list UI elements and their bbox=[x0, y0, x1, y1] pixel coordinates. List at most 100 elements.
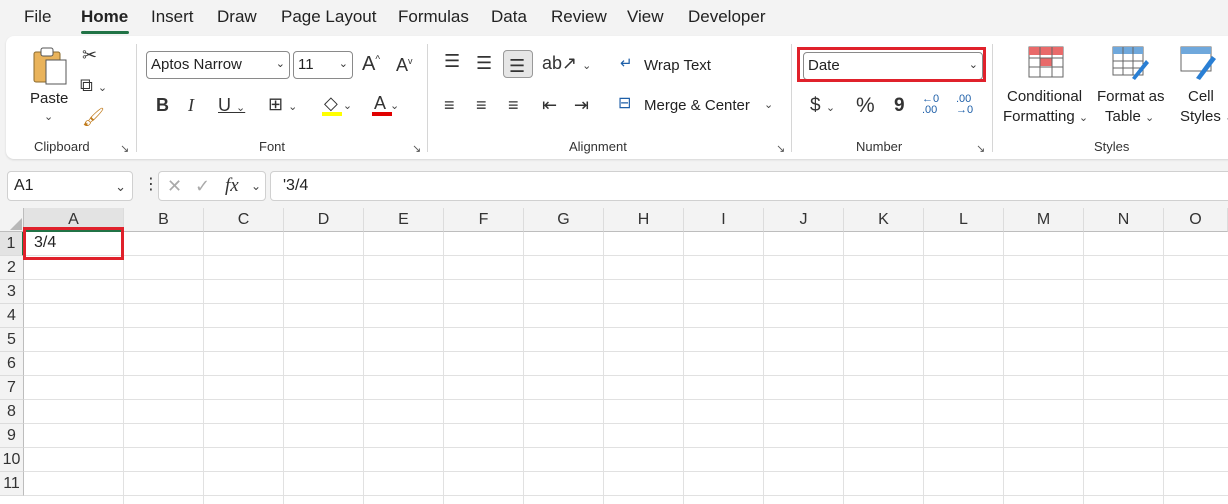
tab-page-layout[interactable]: Page Layout bbox=[281, 7, 376, 27]
wrap-text-button[interactable]: ↵ Wrap Text bbox=[620, 54, 730, 78]
row-header-5[interactable]: 5 bbox=[0, 328, 24, 352]
font-name-value: Aptos Narrow bbox=[151, 56, 242, 73]
tab-view[interactable]: View bbox=[627, 7, 664, 27]
format-painter-icon[interactable]: 🖌 bbox=[82, 108, 105, 126]
cell-styles-button[interactable]: Cell Styles ⌄ bbox=[1172, 46, 1228, 130]
align-left-icon[interactable]: ≡ bbox=[444, 96, 455, 114]
spreadsheet-grid: ABCDEFGHIJKLMNO 1 2 3 4 5 6 7 8 9 10 11 3/4 bbox=[0, 208, 1228, 504]
select-all-corner[interactable] bbox=[0, 208, 24, 232]
alignment-launcher-icon[interactable]: ↘ bbox=[776, 142, 785, 155]
align-top-icon[interactable]: ☰ bbox=[444, 52, 460, 70]
alignment-group-label: Alignment bbox=[569, 139, 627, 154]
tab-home[interactable]: Home bbox=[81, 7, 128, 27]
tab-developer[interactable]: Developer bbox=[688, 7, 766, 27]
fill-color-icon[interactable]: ◇ ⌄ bbox=[324, 94, 352, 112]
row-header-4[interactable]: 4 bbox=[0, 304, 24, 328]
row-header-2[interactable]: 2 bbox=[0, 256, 24, 280]
tab-draw[interactable]: Draw bbox=[217, 7, 257, 27]
merge-center-icon: ⊟ bbox=[618, 95, 632, 112]
row-header-7[interactable]: 7 bbox=[0, 376, 24, 400]
copy-icon[interactable]: ⧉ ⌄ bbox=[80, 76, 107, 94]
borders-icon[interactable]: ⊞ ⌄ bbox=[268, 95, 297, 113]
font-size-combo[interactable]: 11 ⌄ bbox=[293, 51, 353, 79]
name-box-value: A1 bbox=[14, 177, 34, 194]
enter-icon[interactable]: ✓ bbox=[195, 177, 210, 195]
orientation-icon[interactable]: ab↗ ⌄ bbox=[542, 54, 591, 72]
align-middle-icon[interactable]: ☰ bbox=[476, 54, 492, 72]
gridline bbox=[24, 255, 1228, 256]
column-header-o[interactable]: O bbox=[1164, 208, 1228, 232]
column-header-j[interactable]: J bbox=[764, 208, 844, 232]
decrease-decimal-icon[interactable]: .00 →0 bbox=[956, 94, 973, 116]
number-group-label: Number bbox=[856, 139, 903, 154]
column-header-b[interactable]: B bbox=[124, 208, 204, 232]
font-launcher-icon[interactable]: ↘ bbox=[412, 142, 421, 155]
tab-file[interactable]: File bbox=[24, 7, 51, 27]
row-header-8[interactable]: 8 bbox=[0, 400, 24, 424]
gridline bbox=[523, 232, 524, 504]
merge-center-button[interactable]: ⊟ Merge & Center ⌄ bbox=[618, 94, 778, 118]
cell-styles-icon bbox=[1180, 46, 1216, 80]
merge-center-label: Merge & Center bbox=[644, 97, 750, 114]
column-header-f[interactable]: F bbox=[444, 208, 524, 232]
gridline bbox=[24, 303, 1228, 304]
tab-insert[interactable]: Insert bbox=[151, 7, 194, 27]
increase-font-icon[interactable]: A^ bbox=[362, 54, 380, 74]
percent-icon[interactable]: % bbox=[856, 95, 875, 116]
gridline bbox=[363, 232, 364, 504]
comma-style-icon[interactable]: 9 bbox=[894, 96, 905, 115]
column-header-l[interactable]: L bbox=[924, 208, 1004, 232]
number-launcher-icon[interactable]: ↘ bbox=[976, 142, 985, 155]
column-header-d[interactable]: D bbox=[284, 208, 364, 232]
row-header-10[interactable]: 10 bbox=[0, 448, 24, 472]
row-header-6[interactable]: 6 bbox=[0, 352, 24, 376]
column-header-k[interactable]: K bbox=[844, 208, 924, 232]
italic-icon[interactable]: I bbox=[188, 96, 194, 114]
column-header-i[interactable]: I bbox=[684, 208, 764, 232]
name-box[interactable]: A1 ⌄ bbox=[7, 171, 133, 201]
column-header-m[interactable]: M bbox=[1004, 208, 1084, 232]
format-table-label-1: Format as bbox=[1097, 88, 1165, 105]
align-bottom-button[interactable]: ☰ bbox=[503, 50, 533, 78]
more-options-icon[interactable]: ⋮ bbox=[143, 177, 159, 193]
chevron-down-icon: ⌄ bbox=[251, 179, 262, 193]
wrap-text-label: Wrap Text bbox=[644, 57, 711, 74]
cut-icon[interactable]: ✂ bbox=[82, 46, 97, 64]
column-header-e[interactable]: E bbox=[364, 208, 444, 232]
increase-decimal-icon[interactable]: ←0.00 bbox=[922, 94, 939, 116]
formula-bar: A1 ⌄ ⋮ ✕ ✓ fx ⌄ '3/4 bbox=[0, 168, 1228, 204]
tab-data[interactable]: Data bbox=[491, 7, 527, 27]
gridline bbox=[763, 232, 764, 504]
column-header-c[interactable]: C bbox=[204, 208, 284, 232]
conditional-formatting-button[interactable]: Conditional Formatting ⌄ bbox=[1002, 46, 1090, 130]
column-header-n[interactable]: N bbox=[1084, 208, 1164, 232]
align-right-icon[interactable]: ≡ bbox=[508, 96, 519, 114]
insert-function-icon[interactable]: fx bbox=[225, 176, 239, 195]
row-header-1[interactable]: 1 bbox=[0, 232, 24, 256]
tab-formulas[interactable]: Formulas bbox=[398, 7, 469, 27]
row-header-9[interactable]: 9 bbox=[0, 424, 24, 448]
align-center-icon[interactable]: ≡ bbox=[476, 96, 487, 114]
tab-review[interactable]: Review bbox=[551, 7, 607, 27]
bold-icon[interactable]: B bbox=[156, 96, 169, 114]
column-header-h[interactable]: H bbox=[604, 208, 684, 232]
format-as-table-button[interactable]: Format as Table ⌄ bbox=[1094, 46, 1168, 130]
increase-indent-icon[interactable]: ⇥ bbox=[574, 96, 589, 114]
gridline bbox=[24, 471, 1228, 472]
gridline bbox=[24, 399, 1228, 400]
currency-icon[interactable]: $ ⌄ bbox=[810, 96, 835, 115]
decrease-indent-icon[interactable]: ⇤ bbox=[542, 96, 557, 114]
formula-input[interactable]: '3/4 bbox=[270, 171, 1228, 201]
row-header-11[interactable]: 11 bbox=[0, 472, 24, 496]
gridline bbox=[603, 232, 604, 504]
paste-button[interactable]: Paste ⌄ bbox=[24, 46, 76, 126]
font-name-combo[interactable]: Aptos Narrow ⌄ bbox=[146, 51, 290, 79]
decrease-font-icon[interactable]: Av bbox=[396, 56, 413, 74]
clipboard-launcher-icon[interactable]: ↘ bbox=[120, 142, 129, 155]
format-table-label-2: Table ⌄ bbox=[1105, 108, 1155, 125]
cancel-icon[interactable]: ✕ bbox=[167, 177, 182, 195]
underline-icon[interactable]: U ⌄ bbox=[218, 96, 245, 114]
row-header-3[interactable]: 3 bbox=[0, 280, 24, 304]
font-color-icon[interactable]: A ⌄ bbox=[374, 94, 399, 112]
column-header-g[interactable]: G bbox=[524, 208, 604, 232]
